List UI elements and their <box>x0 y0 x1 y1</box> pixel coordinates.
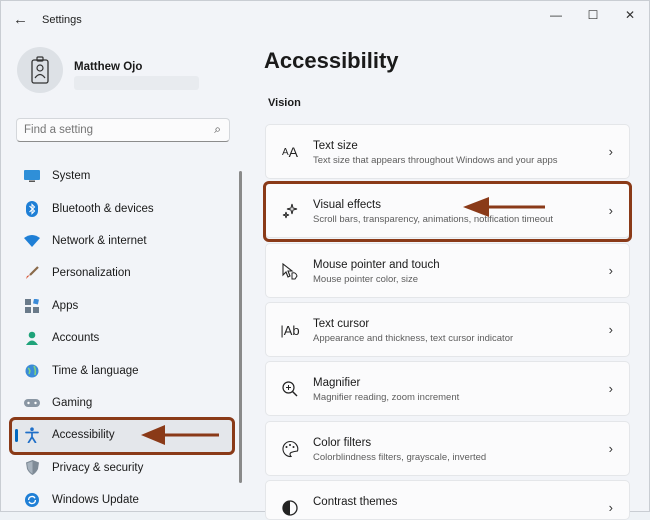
sidebar-item-privacy[interactable]: Privacy & security <box>9 452 235 484</box>
sidebar-item-apps[interactable]: Apps <box>9 290 235 322</box>
sidebar-item-label: System <box>52 170 91 183</box>
sidebar-item-time-language[interactable]: Time & language <box>9 354 235 386</box>
sidebar-item-accessibility[interactable]: Accessibility <box>9 419 235 452</box>
chevron-right-icon: › <box>608 500 613 515</box>
active-indicator <box>15 429 18 443</box>
sidebar-item-gaming[interactable]: Gaming <box>9 387 235 419</box>
section-heading: Vision <box>268 97 301 109</box>
chevron-right-icon: › <box>608 322 613 337</box>
search-icon[interactable]: ⌕ <box>214 122 221 137</box>
card-title: Mouse pointer and touch <box>313 259 440 271</box>
app-title: Settings <box>42 14 82 26</box>
system-icon <box>24 168 40 184</box>
sidebar-item-label: Bluetooth & devices <box>52 202 154 215</box>
sidebar-item-label: Apps <box>52 299 79 312</box>
card-title: Color filters <box>313 437 372 449</box>
contrast-icon <box>280 499 300 517</box>
card-title: Text cursor <box>313 318 370 330</box>
page-title: Accessibility <box>264 48 399 73</box>
sidebar-nav: System Bluetooth & devices Network & int… <box>9 160 235 516</box>
sidebar-scrollbar[interactable] <box>239 171 242 483</box>
chevron-right-icon: › <box>608 263 613 278</box>
sidebar-item-label: Accessibility <box>52 429 115 442</box>
back-arrow-icon[interactable]: ← <box>13 11 28 28</box>
chevron-right-icon: › <box>608 203 613 218</box>
setting-card-text-cursor[interactable]: |Ab Text cursor Appearance and thickness… <box>265 302 630 357</box>
maximize-button[interactable]: ☐ <box>577 5 609 25</box>
card-description: Text size that appears throughout Window… <box>313 155 558 166</box>
shield-icon <box>24 460 40 476</box>
user-badge-icon <box>31 56 49 84</box>
setting-card-visual-effects[interactable]: Visual effects Scroll bars, transparency… <box>265 183 630 238</box>
sidebar-item-label: Accounts <box>52 332 100 345</box>
sidebar-item-label: Windows Update <box>52 494 139 507</box>
profile-email-redacted <box>74 76 199 90</box>
close-button[interactable]: ✕ <box>614 5 646 25</box>
sidebar-item-windows-update[interactable]: Windows Update <box>9 484 235 516</box>
text-cursor-icon: |Ab <box>280 322 300 338</box>
network-icon <box>24 233 40 249</box>
title-bar: ← Settings — ☐ ✕ <box>1 1 649 39</box>
card-description: Colorblindness filters, grayscale, inver… <box>313 452 487 463</box>
card-description: Scroll bars, transparency, animations, n… <box>313 214 554 225</box>
settings-window: ← Settings — ☐ ✕ Matthew Ojo ⌕ System <box>0 0 650 520</box>
sidebar-item-bluetooth[interactable]: Bluetooth & devices <box>9 192 235 224</box>
accounts-icon <box>24 330 40 346</box>
chevron-right-icon: › <box>608 381 613 396</box>
accessibility-icon <box>24 427 40 444</box>
bluetooth-icon <box>24 200 40 217</box>
sidebar-item-label: Gaming <box>52 396 93 409</box>
brush-icon <box>24 265 40 281</box>
update-icon <box>24 492 40 508</box>
search-box[interactable]: ⌕ <box>16 118 230 142</box>
sidebar-item-label: Time & language <box>52 364 139 377</box>
sidebar-item-personalization[interactable]: Personalization <box>9 257 235 289</box>
apps-icon <box>24 298 40 314</box>
minimize-button[interactable]: — <box>540 5 572 25</box>
card-title: Visual effects <box>313 199 381 211</box>
card-title: Magnifier <box>313 377 361 389</box>
setting-card-mouse-pointer[interactable]: Mouse pointer and touch Mouse pointer co… <box>265 243 630 298</box>
gamepad-icon <box>24 395 40 411</box>
magnifier-icon <box>280 380 300 398</box>
text-size-icon: AA <box>281 144 298 160</box>
card-title: Contrast themes <box>313 496 398 508</box>
sidebar-item-system[interactable]: System <box>9 160 235 192</box>
setting-card-text-size[interactable]: AA Text size Text size that appears thro… <box>265 124 630 179</box>
card-title: Text size <box>313 140 358 152</box>
card-description: Appearance and thickness, text cursor in… <box>313 333 514 344</box>
avatar[interactable] <box>17 47 63 93</box>
profile-name: Matthew Ojo <box>74 61 143 73</box>
sidebar-item-accounts[interactable]: Accounts <box>9 322 235 354</box>
setting-card-color-filters[interactable]: Color filters Colorblindness filters, gr… <box>265 421 630 476</box>
sidebar-item-label: Personalization <box>52 267 131 280</box>
setting-card-contrast-themes[interactable]: Contrast themes › <box>265 480 630 520</box>
sparkle-icon <box>280 202 300 220</box>
setting-card-magnifier[interactable]: Magnifier Magnifier reading, zoom increm… <box>265 361 630 416</box>
chevron-right-icon: › <box>608 441 613 456</box>
palette-icon <box>280 440 300 458</box>
card-description: Mouse pointer color, size <box>313 274 419 285</box>
pointer-icon <box>280 262 300 280</box>
sidebar-item-label: Privacy & security <box>52 461 144 474</box>
chevron-right-icon: › <box>608 144 613 159</box>
globe-icon <box>24 363 40 379</box>
search-input[interactable] <box>24 122 204 138</box>
sidebar-item-network[interactable]: Network & internet <box>9 225 235 257</box>
card-description: Magnifier reading, zoom increment <box>313 392 460 403</box>
sidebar-item-label: Network & internet <box>52 234 147 247</box>
